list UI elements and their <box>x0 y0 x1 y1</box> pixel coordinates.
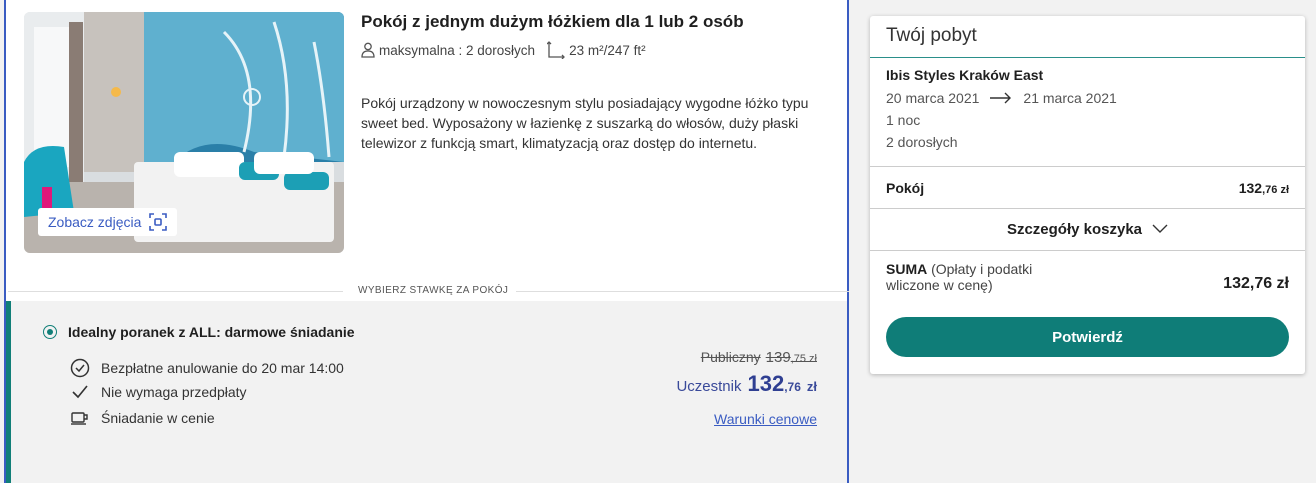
checkin-date: 20 marca 2021 <box>886 90 980 106</box>
total-label: SUMA (Opłaty i podatki wliczone w cenę) <box>886 261 1056 293</box>
room-meta: maksymalna : 2 dorosłych 23 m²/247 ft² <box>361 41 646 59</box>
member-price-cents: ,76 <box>784 380 801 394</box>
coffee-cup-icon <box>69 411 91 425</box>
total-row: SUMA (Opłaty i podatki wliczone w cenę) … <box>870 251 1305 293</box>
chevron-down-icon <box>1152 221 1168 238</box>
room-price-label: Pokój <box>886 179 925 196</box>
room-title: Pokój z jednym dużym łóżkiem dla 1 lub 2… <box>361 12 744 31</box>
member-price-label: Uczestnik <box>676 378 742 395</box>
feature-no-prepayment-text: Nie wymaga przedpłaty <box>101 384 247 400</box>
room-photo[interactable]: Zobacz zdjęcia <box>24 12 344 253</box>
checkout-date: 21 marca 2021 <box>1023 90 1117 106</box>
cart-details-toggle[interactable]: Szczegóły koszyka <box>870 209 1305 251</box>
public-price-main: 139 <box>765 349 791 366</box>
room-price-cents: ,76 zł <box>1262 183 1289 196</box>
see-photos-label: Zobacz zdjęcia <box>48 214 142 230</box>
room-price-main: 132 <box>1238 179 1263 196</box>
stay-dates: 20 marca 2021 21 marca 2021 <box>886 90 1289 106</box>
total-amount: 132,76 zł <box>1223 275 1289 292</box>
guests-count: 2 dorosłych <box>886 134 958 150</box>
stay-summary: Twój pobyt Ibis Styles Kraków East 20 ma… <box>870 16 1305 374</box>
room-area: 23 m²/247 ft² <box>547 41 646 59</box>
room-price-amount: 132,76 zł <box>1239 180 1289 196</box>
divider-line-left <box>8 291 343 292</box>
price-terms-link[interactable]: Warunki cenowe <box>714 411 817 427</box>
rate-radio-button[interactable] <box>43 325 57 339</box>
member-price: Uczestnik 132 ,76 zł <box>676 371 817 397</box>
summary-title: Twój pobyt <box>870 16 1305 58</box>
feature-breakfast-text: Śniadanie w cenie <box>101 410 215 426</box>
room-price-row: Pokój 132,76 zł <box>870 167 1305 209</box>
clock-icon <box>69 358 91 378</box>
checkmark-icon <box>69 384 91 400</box>
hotel-name: Ibis Styles Kraków East <box>886 67 1044 83</box>
room-area-value: 23 m²/247 ft² <box>569 42 646 58</box>
total-label-title: SUMA <box>886 261 928 277</box>
cart-details-label: Szczegóły koszyka <box>1006 221 1143 238</box>
public-price-label: Publiczny <box>700 349 761 365</box>
room-description: Pokój urządzony w nowoczesnym stylu posi… <box>361 95 809 151</box>
feature-cancellation: Bezpłatne anulowanie do 20 mar 14:00 <box>69 358 344 378</box>
rate-section-label: WYBIERZ STAWKĘ ZA POKÓJ <box>358 285 509 296</box>
divider-line-right <box>516 291 849 292</box>
feature-no-prepayment: Nie wymaga przedpłaty <box>69 384 247 400</box>
rate-option[interactable]: Idealny poranek z ALL: darmowe śniadanie… <box>6 301 847 483</box>
member-price-main: 132 <box>747 371 785 396</box>
person-icon <box>361 42 375 58</box>
confirm-button[interactable]: Potwierdź <box>886 317 1289 357</box>
rate-name: Idealny poranek z ALL: darmowe śniadanie <box>68 324 355 340</box>
nights-count: 1 noc <box>886 112 921 128</box>
stay-details: Ibis Styles Kraków East 20 marca 2021 21… <box>870 58 1305 167</box>
public-price: Publiczny 139,75 zł <box>701 349 817 366</box>
room-capacity: maksymalna : 2 dorosłych <box>379 42 536 58</box>
feature-breakfast: Śniadanie w cenie <box>69 410 215 426</box>
rate-section-divider: WYBIERZ STAWKĘ ZA POKÓJ <box>8 283 849 299</box>
room-card: Zobacz zdjęcia Pokój z jednym dużym łóżk… <box>4 0 849 483</box>
gallery-icon <box>149 213 168 231</box>
member-price-currency: zł <box>806 379 817 394</box>
feature-cancellation-text: Bezpłatne anulowanie do 20 mar 14:00 <box>101 360 344 376</box>
arrow-right-icon <box>989 92 1013 104</box>
public-price-cents: ,75 zł <box>790 353 817 365</box>
see-photos-button[interactable]: Zobacz zdjęcia <box>38 208 178 236</box>
area-icon <box>547 41 565 59</box>
